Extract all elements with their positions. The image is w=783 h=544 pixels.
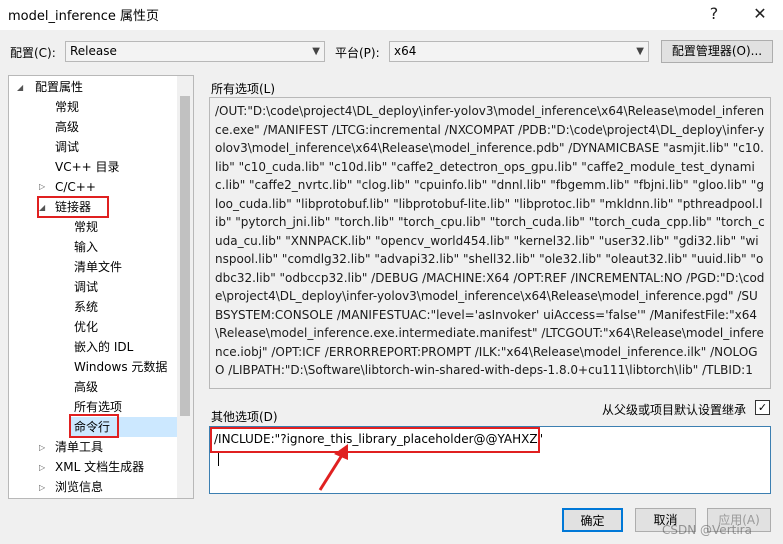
- all-options-label: 所有选项(L): [211, 82, 276, 96]
- config-select[interactable]: Release ▼: [65, 41, 325, 62]
- other-options-label: 其他选项(D): [211, 410, 278, 424]
- annotation-arrow: [318, 444, 348, 491]
- tree-item-browse-info[interactable]: 浏览信息: [55, 477, 103, 497]
- all-options-text: /OUT:"D:\code\project4\DL_deploy\infer-y…: [209, 97, 771, 389]
- close-button[interactable]: ✕: [746, 3, 774, 25]
- tree-item-linker-input[interactable]: 输入: [74, 237, 98, 257]
- platform-value: x64: [394, 44, 417, 58]
- inherit-label: 从父级或项目默认设置继承: [602, 403, 747, 417]
- tree-item-linker-debug[interactable]: 调试: [74, 277, 98, 297]
- help-button[interactable]: ?: [700, 3, 728, 25]
- expand-right-icon: ▷: [39, 182, 46, 191]
- tree-item-linker-system[interactable]: 系统: [74, 297, 98, 317]
- tree-item-cpp[interactable]: C/C++: [55, 177, 96, 197]
- expand-right-icon: ▷: [39, 483, 46, 492]
- tree-item-debugging[interactable]: 调试: [55, 137, 79, 157]
- window-title: model_inference 属性页: [8, 9, 159, 24]
- property-tree[interactable]: ◢ 配置属性 常规 高级 调试 VC++ 目录 ▷ C/C++ ◢ 链接器 常规…: [8, 75, 194, 499]
- tree-scrollbar[interactable]: [177, 76, 193, 498]
- config-manager-button[interactable]: 配置管理器(O)...: [661, 40, 773, 63]
- platform-select[interactable]: x64 ▼: [389, 41, 649, 62]
- tree-item-linker-optimization[interactable]: 优化: [74, 317, 98, 337]
- tree-scroll-thumb[interactable]: [180, 96, 190, 416]
- watermark: CSDN @Vertira: [662, 523, 752, 537]
- include-highlight-box: [210, 427, 540, 453]
- config-value: Release: [70, 44, 117, 58]
- tree-item-vc-dirs[interactable]: VC++ 目录: [55, 157, 120, 177]
- config-label: 配置(C):: [10, 46, 56, 60]
- command-line-highlight-box: [69, 414, 119, 438]
- tree-item-general[interactable]: 常规: [55, 97, 79, 117]
- tree-item-linker-advanced[interactable]: 高级: [74, 377, 98, 397]
- inherit-checkbox[interactable]: ✓: [755, 400, 770, 415]
- chevron-down-icon: ▼: [636, 46, 644, 57]
- ok-button[interactable]: 确定: [562, 508, 623, 532]
- platform-label: 平台(P):: [335, 46, 380, 60]
- chevron-down-icon: ▼: [312, 46, 320, 57]
- tree-item-config-props[interactable]: 配置属性: [35, 77, 83, 97]
- expand-down-icon: ◢: [17, 83, 24, 92]
- tree-item-xml-doc[interactable]: XML 文档生成器: [55, 457, 144, 477]
- text-cursor: [218, 452, 219, 466]
- linker-highlight-box: [37, 196, 109, 218]
- expand-right-icon: ▷: [39, 463, 46, 472]
- tree-item-linker-winmd[interactable]: Windows 元数据: [74, 357, 167, 377]
- tree-item-linker-manifest[interactable]: 清单文件: [74, 257, 122, 277]
- tree-item-linker-general[interactable]: 常规: [74, 217, 98, 237]
- expand-right-icon: ▷: [39, 443, 46, 452]
- tree-item-advanced[interactable]: 高级: [55, 117, 79, 137]
- tree-item-linker-idl[interactable]: 嵌入的 IDL: [74, 337, 133, 357]
- tree-item-manifest-tool[interactable]: 清单工具: [55, 437, 103, 457]
